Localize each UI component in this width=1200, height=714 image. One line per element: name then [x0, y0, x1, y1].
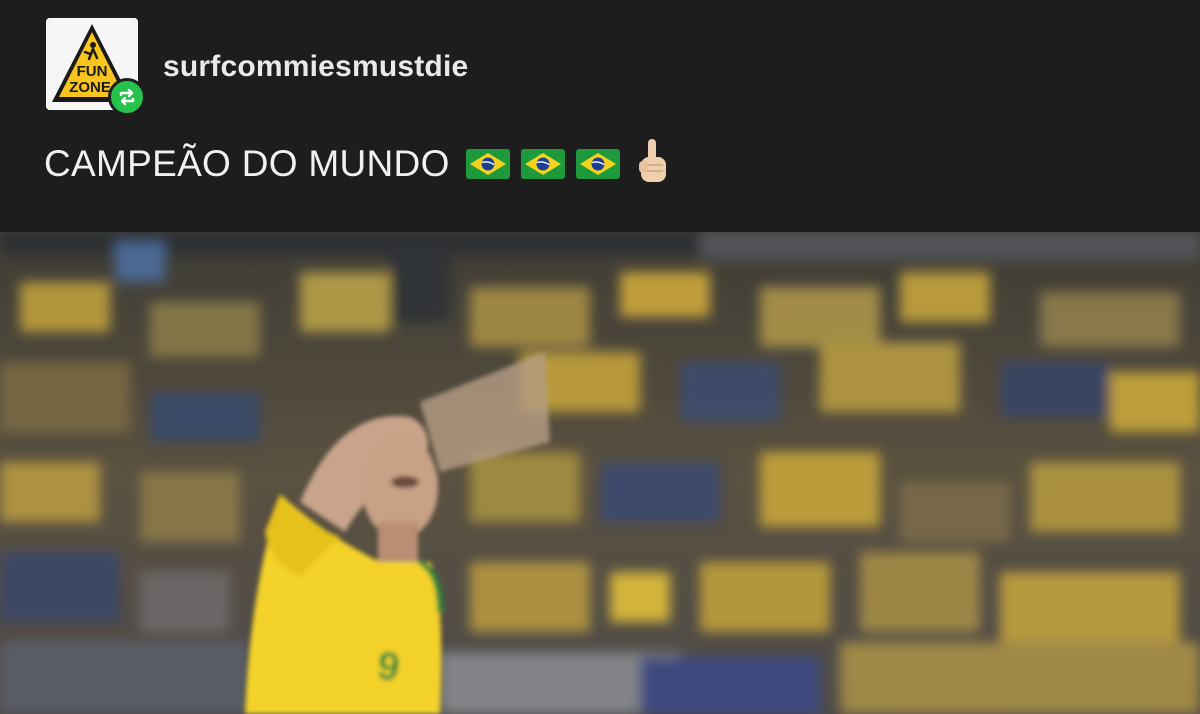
- index-pointing-up-icon: [638, 139, 666, 182]
- post-header: FUN ZONE surfcommiesmustdie CAMPEÃO DO M…: [0, 0, 1200, 232]
- post-caption: CAMPEÃO DO MUNDO: [44, 139, 670, 185]
- reblog-icon: [108, 78, 146, 116]
- post-media-gif[interactable]: 9: [0, 232, 1200, 714]
- flag-brazil-icon: [520, 149, 565, 179]
- emoji-flags: [465, 149, 620, 179]
- caption-text: CAMPEÃO DO MUNDO: [44, 143, 450, 184]
- soccer-celebration-image: 9: [0, 232, 1200, 714]
- flag-brazil-icon: [465, 149, 510, 179]
- svg-text:FUN: FUN: [77, 63, 108, 80]
- flag-brazil-icon: [575, 149, 620, 179]
- blog-username[interactable]: surfcommiesmustdie: [163, 50, 468, 84]
- svg-text:ZONE: ZONE: [69, 79, 111, 96]
